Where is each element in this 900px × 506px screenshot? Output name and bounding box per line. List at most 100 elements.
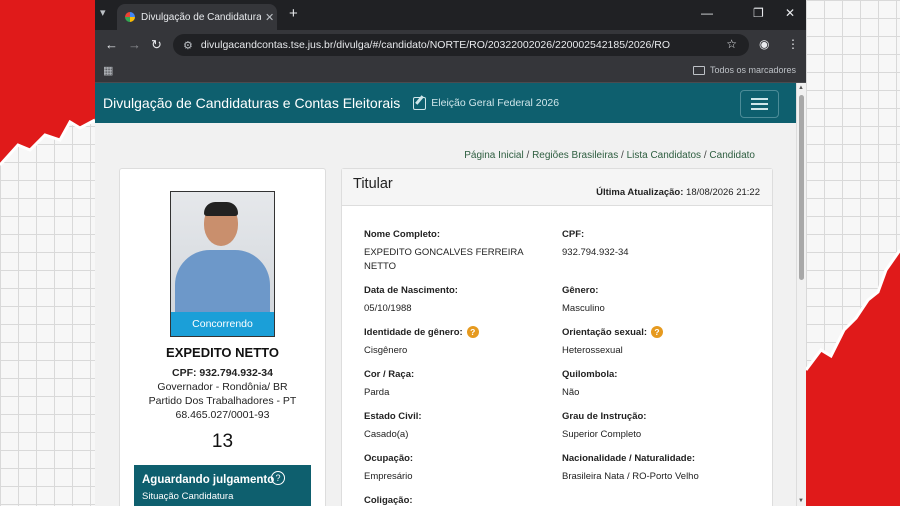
site-header: Divulgação de Candidaturas e Contas Elei… [95, 83, 797, 123]
apps-grid-icon[interactable]: ▦ [103, 64, 113, 77]
status-badge: Concorrendo [171, 312, 274, 336]
last-updated-value: 18/08/2026 21:22 [686, 187, 760, 198]
field-value: 05/10/1988 [364, 303, 412, 314]
judgment-status: Aguardando julgamento [142, 474, 275, 486]
field-education: Grau de Instrução: Superior Completo [562, 411, 646, 442]
address-bar[interactable]: ⚙ divulgacandcontas.tse.jus.br/divulga/#… [173, 34, 749, 56]
scroll-up-icon[interactable]: ▲ [798, 85, 804, 91]
menu-kebab-icon[interactable]: ⋮ [787, 37, 799, 51]
folder-icon [692, 65, 705, 75]
edit-icon [413, 96, 427, 110]
hamburger-line [751, 103, 768, 105]
tab-strip: ▾ Divulgação de Candidaturas e C ✕ + — ❐… [95, 0, 806, 30]
field-label-row: Orientação sexual:? [562, 326, 664, 338]
scroll-down-icon[interactable]: ▼ [798, 498, 804, 504]
field-value: Heterossexual [562, 345, 623, 356]
field-value: Parda [364, 387, 390, 398]
field-occupation: Ocupação: Empresário [364, 453, 413, 484]
candidate-summary-card: Concorrendo EXPEDITO NETTO CPF: 932.794.… [119, 168, 326, 506]
party-cnpj: 68.465.027/0001-93 [175, 409, 270, 421]
field-label: Orientação sexual: [562, 326, 648, 338]
candidate-office: Governador - Rondônia/ BR [157, 381, 288, 393]
url-text: divulgacandcontas.tse.jus.br/divulga/#/c… [200, 39, 671, 51]
field-label: Grau de Instrução: [562, 411, 647, 422]
all-bookmarks-button[interactable]: Todos os marcadores [692, 65, 796, 75]
profile-icon[interactable]: ◉ [759, 37, 769, 51]
field-label: Gênero: [562, 285, 599, 296]
field-label-row: Identidade de gênero:? [364, 326, 479, 338]
restore-icon[interactable]: ❐ [753, 6, 764, 20]
field-value: Cisgênero [364, 345, 408, 356]
candidate-name: EXPEDITO NETTO [166, 345, 279, 360]
field-value: 932.794.932-34 [562, 247, 629, 258]
field-value: Brasileira Nata / RO-Porto Velho [562, 471, 699, 482]
page-scrollbar[interactable]: ▲ ▼ [796, 83, 806, 506]
bookmark-star-icon[interactable]: ☆ [726, 37, 737, 51]
minimize-icon[interactable]: — [701, 6, 713, 20]
field-label: Estado Civil: [364, 411, 422, 422]
field-full-name: Nome Completo: EXPEDITO GONCALVES FERREI… [364, 229, 534, 274]
hamburger-menu-button[interactable] [740, 90, 779, 118]
field-label: Quilombola: [562, 369, 618, 380]
election-label: Eleição Geral Federal 2026 [431, 97, 560, 109]
breadcrumb-candidate-list[interactable]: Lista Candidatos [627, 150, 702, 161]
field-quilombola: Quilombola: Não [562, 369, 617, 400]
field-value: Masculino [562, 303, 605, 314]
field-marital-status: Estado Civil: Casado(a) [364, 411, 422, 442]
close-tab-icon[interactable]: ✕ [265, 11, 274, 24]
details-title: Titular [353, 176, 393, 192]
backdrop-red-shape-left [0, 0, 95, 167]
favicon-icon [125, 12, 135, 22]
scrollbar-thumb[interactable] [799, 95, 804, 280]
election-selector[interactable]: Eleição Geral Federal 2026 [413, 96, 560, 110]
hamburger-line [751, 108, 768, 110]
field-sexual-orientation: Orientação sexual:? Heterossexual [562, 326, 664, 358]
breadcrumb-home[interactable]: Página Inicial [464, 150, 523, 161]
breadcrumb-separator: / [621, 150, 624, 161]
hamburger-line [751, 98, 768, 100]
site-info-icon[interactable]: ⚙ [183, 39, 193, 52]
info-icon[interactable]: ? [651, 326, 664, 338]
breadcrumb-regions[interactable]: Regiões Brasileiras [532, 150, 618, 161]
candidate-party: Partido Dos Trabalhadores - PT [148, 395, 297, 407]
field-race: Cor / Raça: Parda [364, 369, 414, 400]
forward-icon[interactable]: → [128, 37, 141, 52]
candidate-cpf: CPF: 932.794.932-34 [172, 367, 273, 379]
breadcrumb-current: Candidato [709, 150, 755, 161]
last-updated-label: Última Atualização: [596, 187, 684, 198]
site-brand[interactable]: Divulgação de Candidaturas e Contas Elei… [103, 95, 400, 111]
details-header: Titular Última Atualização: 18/08/2026 2… [342, 169, 772, 206]
breadcrumb-separator: / [703, 150, 707, 161]
browser-window: ▾ Divulgação de Candidaturas e C ✕ + — ❐… [95, 0, 806, 506]
candidate-number: 13 [211, 431, 234, 452]
help-icon[interactable]: ? [271, 471, 285, 485]
field-label: Ocupação: [364, 453, 414, 464]
judgment-subtitle: Situação Candidatura [142, 491, 234, 502]
judgment-status-box: Aguardando julgamento ? Situação Candida… [134, 465, 311, 506]
reload-icon[interactable]: ↻ [151, 37, 162, 53]
page-viewport: Divulgação de Candidaturas e Contas Elei… [95, 83, 797, 506]
tab-search-icon[interactable]: ▾ [100, 6, 106, 19]
browser-toolbar: ← → ↻ ⚙ divulgacandcontas.tse.jus.br/div… [95, 30, 806, 60]
breadcrumb: Página Inicial / Regiões Brasileiras / L… [464, 150, 755, 161]
last-updated: Última Atualização: 18/08/2026 21:22 [596, 187, 760, 198]
bookmarks-bar: ▦ Todos os marcadores [95, 60, 806, 83]
field-label: Data de Nascimento: [364, 285, 458, 296]
candidate-details-card: Titular Última Atualização: 18/08/2026 2… [341, 168, 773, 506]
field-label: Coligação: [364, 495, 413, 506]
back-icon[interactable]: ← [105, 37, 118, 52]
close-window-icon[interactable]: ✕ [785, 6, 795, 20]
field-gender: Gênero: Masculino [562, 285, 605, 316]
field-value: EXPEDITO GONCALVES FERREIRA NETTO [364, 247, 524, 272]
field-cpf: CPF: 932.794.932-34 [562, 229, 629, 260]
field-gender-identity: Identidade de gênero:? Cisgênero [364, 326, 479, 358]
browser-tab[interactable]: Divulgação de Candidaturas e C ✕ [117, 4, 277, 30]
info-icon[interactable]: ? [466, 326, 479, 338]
field-label: Cor / Raça: [364, 369, 415, 380]
all-bookmarks-label: Todos os marcadores [709, 65, 796, 75]
new-tab-icon[interactable]: + [289, 5, 298, 22]
field-coalition: Coligação: [364, 495, 413, 506]
field-value: Não [562, 387, 580, 398]
field-label: Nacionalidade / Naturalidade: [562, 453, 696, 464]
field-value: Superior Completo [562, 429, 642, 440]
